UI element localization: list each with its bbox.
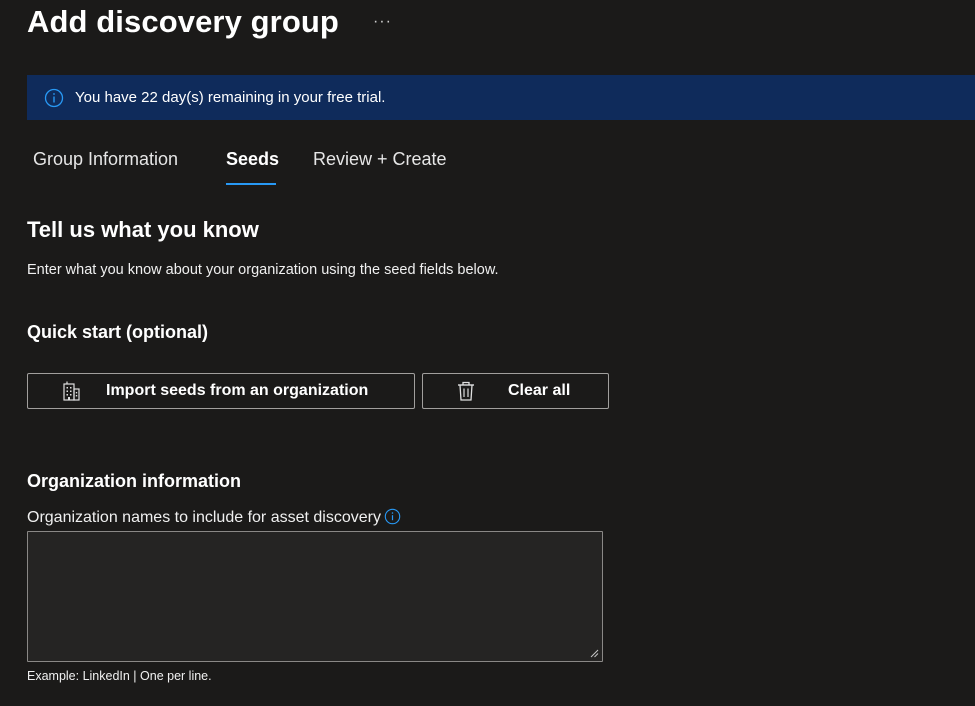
resize-handle-icon[interactable] xyxy=(589,648,599,658)
organization-names-hint: Example: LinkedIn | One per line. xyxy=(27,669,212,683)
import-seeds-label: Import seeds from an organization xyxy=(106,382,369,399)
info-icon[interactable] xyxy=(384,508,401,525)
trash-icon xyxy=(458,381,474,401)
quick-start-title: Quick start (optional) xyxy=(27,322,209,342)
organization-names-label-row: Organization names to include for asset … xyxy=(27,508,401,527)
trial-banner: You have 22 day(s) remaining in your fre… xyxy=(27,75,975,120)
tab-seeds[interactable]: Seeds xyxy=(226,144,279,185)
building-icon xyxy=(63,381,80,401)
clear-all-label: Clear all xyxy=(508,382,571,399)
tab-group-information[interactable]: Group Information xyxy=(33,144,226,181)
page-title: Add discovery group xyxy=(27,4,339,39)
import-seeds-button[interactable]: Import seeds from an organization xyxy=(27,373,415,409)
tab-review-create[interactable]: Review + Create xyxy=(313,144,447,181)
organization-information-title: Organization information xyxy=(27,471,241,491)
header: Add discovery group ··· xyxy=(27,0,392,44)
clear-all-button[interactable]: Clear all xyxy=(422,373,609,409)
page: Add discovery group ··· You have 22 day(… xyxy=(0,0,975,706)
organization-names-input[interactable] xyxy=(27,531,603,662)
organization-names-label: Organization names to include for asset … xyxy=(27,509,381,526)
section-title: Tell us what you know xyxy=(27,217,259,242)
more-options-icon[interactable]: ··· xyxy=(373,13,392,31)
wizard-tabs: Group Information Seeds Review + Create xyxy=(33,144,447,185)
banner-text: You have 22 day(s) remaining in your fre… xyxy=(75,89,386,106)
section-description: Enter what you know about your organizat… xyxy=(27,262,499,278)
info-icon xyxy=(44,88,64,107)
